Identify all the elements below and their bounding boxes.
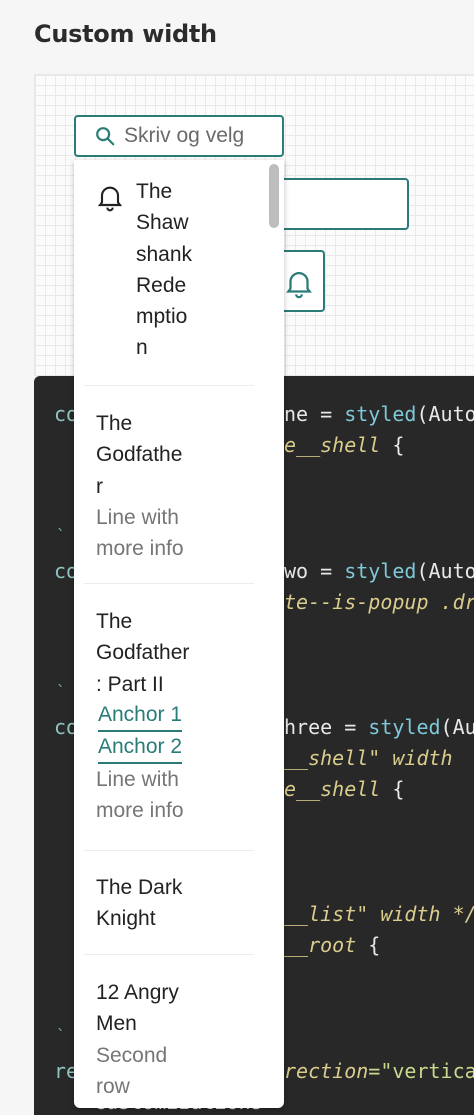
list-item[interactable]: The Godfather : Part II Anchor 1 Anchor …: [96, 606, 284, 826]
option-title: Rede: [136, 273, 187, 297]
code-line: te--is-popup .dr: [284, 590, 474, 614]
option-title: The: [136, 180, 173, 203]
scrollbar-thumb[interactable]: [269, 164, 279, 228]
option-title: Godfather: [96, 641, 190, 665]
option-subtitle: Line with: [96, 505, 179, 529]
option-title: Men: [96, 1012, 137, 1036]
code-tick: `: [56, 1026, 66, 1045]
option-title: Knight: [96, 907, 156, 931]
code-tick: `: [56, 526, 66, 545]
code-line: ne = styled(Auto: [284, 402, 474, 426]
option-title: Godfathe: [96, 443, 183, 467]
option-title: shank: [136, 242, 193, 266]
code-line: hree = styled(Au: [284, 715, 474, 739]
divider: [84, 850, 254, 851]
list-item[interactable]: The Dark Knight: [96, 872, 284, 935]
code-line: __root {: [284, 933, 381, 957]
bell-icon: [97, 186, 123, 212]
divider: [84, 954, 254, 955]
background-input[interactable]: [272, 178, 409, 230]
option-subtitle: more info: [96, 799, 184, 823]
option-title: r: [96, 474, 103, 498]
option-subtitle: more info: [96, 537, 184, 561]
option-title: n: [136, 336, 148, 360]
option-subtitle: row: [96, 1074, 130, 1098]
option-title: mptio: [136, 305, 188, 329]
code-line: rection="vertica: [284, 1059, 474, 1083]
autocomplete-field[interactable]: [74, 115, 284, 157]
bell-icon: [286, 272, 312, 299]
option-title: The: [96, 412, 133, 435]
option-title: 12 Angry: [96, 981, 179, 1004]
search-icon: [96, 127, 115, 146]
anchor-link[interactable]: Anchor 2: [98, 732, 183, 764]
code-line: wo = styled(Auto: [284, 559, 474, 583]
page-title: Custom width: [34, 20, 217, 48]
code-line: __list" width */: [284, 902, 474, 926]
autocomplete-listbox[interactable]: The Shaw shank Rede mptio n The Godfathe…: [74, 160, 284, 1108]
option-subtitle: Second: [96, 1043, 168, 1067]
list-item[interactable]: 12 Angry Men Second row: [96, 977, 284, 1102]
option-title: Shaw: [136, 211, 189, 235]
code-tick: `: [56, 682, 66, 701]
option-title: : Part II: [96, 672, 164, 696]
anchor-link[interactable]: Anchor 1: [98, 700, 183, 732]
code-line: e__shell {: [284, 433, 405, 457]
code-line: e__shell {: [284, 777, 405, 801]
option-title: The: [96, 610, 133, 633]
listbox-scrollbar[interactable]: [265, 160, 283, 1108]
code-line: __shell" width: [284, 746, 465, 770]
option-title: The Dark: [96, 876, 183, 899]
list-item[interactable]: The Godfathe r Line with more info: [96, 408, 284, 564]
divider: [84, 385, 254, 386]
search-input[interactable]: [124, 124, 274, 148]
divider: [84, 583, 254, 584]
option-subtitle: Line with: [96, 767, 179, 791]
